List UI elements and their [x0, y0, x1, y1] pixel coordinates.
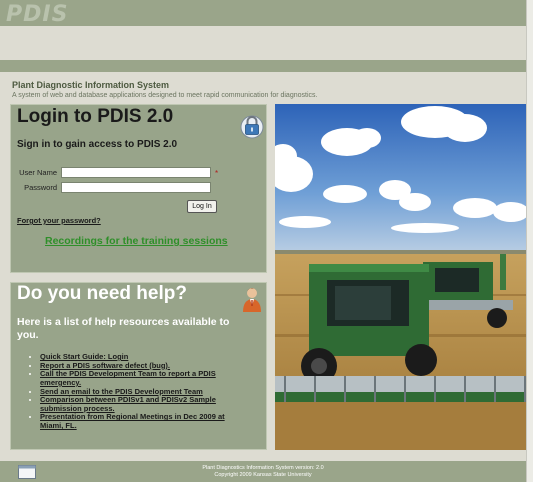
login-panel: Login to PDIS 2.0 Sign in to gain access…	[10, 104, 267, 273]
footer-copyright: Copyright 2009 Kansas State University	[214, 471, 312, 478]
help-link-call-team[interactable]: Call the PDIS Development Team to report…	[40, 369, 216, 387]
header-bar: PDIS	[0, 0, 526, 27]
login-title: Login to PDIS 2.0	[17, 106, 174, 127]
username-input[interactable]	[61, 167, 211, 178]
forgot-password-link[interactable]: Forgot your password?	[17, 216, 101, 225]
help-title: Do you need help?	[17, 283, 187, 304]
login-subtitle: Sign in to gain access to PDIS 2.0	[17, 139, 178, 150]
list-item: Comparison between PDISv1 and PDISv2 Sam…	[40, 395, 250, 413]
help-link-comparison[interactable]: Comparison between PDISv1 and PDISv2 Sam…	[40, 395, 216, 413]
header-band	[0, 60, 526, 72]
footer: Plant Diagnostics Information System ver…	[0, 461, 526, 482]
help-link-presentation[interactable]: Presentation from Regional Meetings in D…	[40, 412, 225, 430]
footer-version: Plant Diagnostics Information System ver…	[202, 465, 324, 471]
lock-icon	[240, 115, 264, 139]
list-item: Presentation from Regional Meetings in D…	[40, 413, 250, 430]
footer-text: Plant Diagnostics Information System ver…	[0, 465, 526, 478]
list-item: Call the PDIS Development Team to report…	[40, 370, 250, 387]
system-subtitle: A system of web and database application…	[12, 92, 318, 99]
password-label: Password	[24, 183, 57, 192]
help-panel: Do you need help? Here is a list of help…	[10, 282, 267, 450]
vertical-scrollbar[interactable]	[526, 0, 533, 482]
pdis-logo: PDIS	[6, 2, 69, 27]
harvester-photo	[275, 104, 532, 450]
help-links-list: Quick Start Guide: Login Report a PDIS s…	[29, 352, 250, 431]
training-recordings-link[interactable]: Recordings for the training sessions	[45, 235, 228, 247]
system-title: Plant Diagnostic Information System	[12, 80, 170, 90]
password-input[interactable]	[61, 182, 211, 193]
page-frame: PDIS Plant Diagnostic Information System…	[0, 0, 532, 482]
login-button[interactable]: Log In	[187, 200, 217, 213]
help-person-icon	[243, 288, 261, 312]
required-marker: *	[215, 169, 219, 178]
help-subtitle: Here is a list of help resources availab…	[17, 316, 230, 341]
username-label: User Name	[19, 168, 57, 177]
system-info: Plant Diagnostic Information System A sy…	[12, 80, 317, 99]
